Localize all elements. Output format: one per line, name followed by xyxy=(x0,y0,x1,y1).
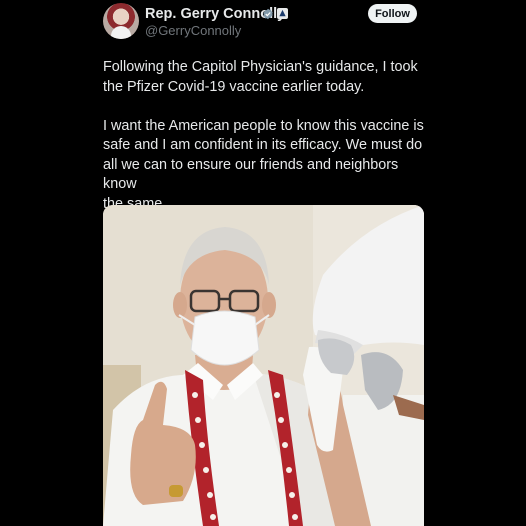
vaccine-photo-illustration xyxy=(103,205,424,526)
tweet-paragraph: I want the American people to know this … xyxy=(103,117,424,212)
author-avatar[interactable] xyxy=(103,3,139,39)
verified-badge-icon xyxy=(263,8,273,20)
tweet-photo[interactable] xyxy=(103,205,424,526)
follow-button[interactable]: Follow xyxy=(368,4,417,23)
author-handle[interactable]: @GerryConnolly xyxy=(145,23,241,38)
government-affiliation-icon xyxy=(277,8,288,19)
tweet-paragraph: Following the Capitol Physician's guidan… xyxy=(103,59,418,95)
